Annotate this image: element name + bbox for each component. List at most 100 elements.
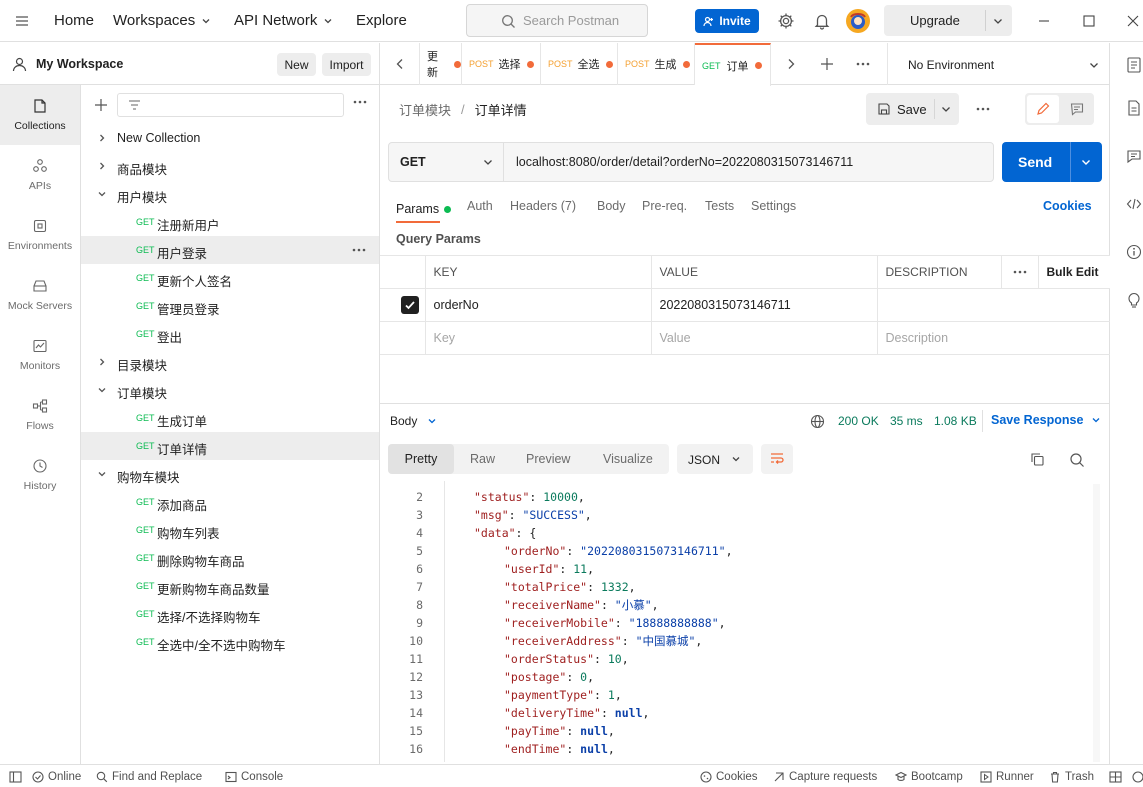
bell-icon[interactable] bbox=[813, 12, 831, 30]
wrap-lines-button[interactable] bbox=[761, 444, 793, 474]
status-code[interactable]: 200 OK bbox=[838, 414, 879, 428]
toggle-sidebar-icon[interactable] bbox=[9, 765, 22, 787]
invite-button[interactable]: Invite bbox=[695, 9, 759, 33]
globe-icon[interactable] bbox=[810, 414, 825, 429]
runner-button[interactable]: Runner bbox=[980, 765, 1034, 787]
rail-history[interactable]: History bbox=[0, 445, 80, 505]
tree-request[interactable]: GET 添加商品 bbox=[81, 488, 379, 516]
nav-api-network[interactable]: API Network bbox=[234, 12, 333, 29]
layout-icon[interactable] bbox=[1109, 765, 1122, 787]
rail-flows[interactable]: Flows bbox=[0, 385, 80, 445]
tab-item[interactable]: POST 全选 bbox=[541, 43, 618, 85]
maximize-icon[interactable] bbox=[1082, 14, 1096, 28]
tab-item[interactable]: POST 选择 bbox=[462, 43, 541, 85]
cookies-button[interactable]: Cookies bbox=[700, 765, 758, 787]
tree-request[interactable]: GET 全选中/全不选中购物车 bbox=[81, 628, 379, 656]
search-input[interactable]: Search Postman bbox=[466, 4, 648, 37]
nav-workspaces[interactable]: Workspaces bbox=[113, 12, 211, 29]
response-body-select[interactable]: Body bbox=[390, 414, 437, 428]
upgrade-button[interactable]: Upgrade bbox=[884, 5, 1012, 36]
console-button[interactable]: Console bbox=[225, 765, 283, 787]
tree-folder[interactable]: New Collection bbox=[81, 124, 379, 152]
documentation-icon[interactable] bbox=[1126, 99, 1142, 117]
view-preview[interactable]: Preview bbox=[526, 444, 570, 474]
rail-apis[interactable]: APIs bbox=[0, 145, 80, 205]
url-input[interactable]: localhost:8080/order/detail?orderNo=2022… bbox=[516, 155, 853, 169]
tab-params[interactable]: Params bbox=[396, 199, 452, 219]
chevron-down-icon[interactable] bbox=[97, 189, 107, 199]
tree-request[interactable]: GET 选择/不选择购物车 bbox=[81, 600, 379, 628]
search-icon[interactable] bbox=[1069, 452, 1085, 468]
save-response-button[interactable]: Save Response bbox=[991, 413, 1101, 427]
tree-folder[interactable]: 目录模块 bbox=[81, 348, 379, 376]
format-select[interactable]: JSON bbox=[677, 444, 753, 474]
value-placeholder[interactable]: Value bbox=[650, 321, 878, 355]
tab-body[interactable]: Body bbox=[597, 199, 626, 213]
tab-pre-request[interactable]: Pre-req. bbox=[642, 199, 687, 213]
gear-icon[interactable] bbox=[777, 12, 795, 30]
view-raw[interactable]: Raw bbox=[470, 444, 495, 474]
comments-icon[interactable] bbox=[1126, 148, 1142, 164]
filter-input[interactable] bbox=[117, 93, 344, 117]
rail-monitors[interactable]: Monitors bbox=[0, 325, 80, 385]
tree-request[interactable]: GET 登出 bbox=[81, 320, 379, 348]
menu-icon[interactable] bbox=[14, 13, 30, 29]
tree-folder[interactable]: 用户模块 bbox=[81, 180, 379, 208]
tree-request[interactable]: GET 更新个人签名 bbox=[81, 264, 379, 292]
rail-collections[interactable]: Collections bbox=[0, 85, 80, 145]
chevron-left-icon[interactable] bbox=[395, 58, 405, 70]
comment-mode-button[interactable] bbox=[1061, 95, 1092, 123]
tree-folder[interactable]: 订单模块 bbox=[81, 376, 379, 404]
minimize-icon[interactable] bbox=[1037, 14, 1051, 28]
rail-environments[interactable]: Environments bbox=[0, 205, 80, 265]
cookies-link[interactable]: Cookies bbox=[1043, 199, 1092, 213]
tab-settings[interactable]: Settings bbox=[751, 199, 796, 213]
bulk-edit-button[interactable]: Bulk Edit bbox=[1037, 255, 1110, 289]
environment-quicklook-icon[interactable] bbox=[1126, 56, 1142, 74]
chevron-down-icon[interactable] bbox=[992, 15, 1004, 27]
chevron-right-icon[interactable] bbox=[97, 133, 107, 143]
trash-button[interactable]: Trash bbox=[1049, 765, 1094, 787]
capture-requests-button[interactable]: Capture requests bbox=[773, 765, 877, 787]
chevron-right-icon[interactable] bbox=[97, 357, 107, 367]
import-button[interactable]: Import bbox=[322, 53, 371, 76]
new-button[interactable]: New bbox=[277, 53, 316, 76]
tab-item[interactable]: 更新 bbox=[419, 43, 462, 85]
tab-item[interactable]: POST 生成 bbox=[618, 43, 695, 85]
method-select[interactable]: GET bbox=[389, 143, 504, 181]
new-tab-icon[interactable] bbox=[820, 57, 834, 71]
info-icon[interactable] bbox=[1126, 244, 1142, 260]
edit-mode-button[interactable] bbox=[1027, 95, 1059, 123]
description-placeholder[interactable]: Description bbox=[876, 321, 1110, 355]
breadcrumb-parent[interactable]: 订单模块 bbox=[399, 100, 451, 119]
tree-folder[interactable]: 商品模块 bbox=[81, 152, 379, 180]
tab-headers[interactable]: Headers (7) bbox=[510, 199, 576, 213]
tab-item-active[interactable]: GET 订单 bbox=[695, 43, 771, 86]
chevron-down-icon[interactable] bbox=[1080, 156, 1092, 168]
more-icon[interactable] bbox=[856, 61, 870, 67]
key-placeholder[interactable]: Key bbox=[424, 321, 652, 355]
online-status[interactable]: Online bbox=[32, 765, 81, 787]
view-pretty[interactable]: Pretty bbox=[388, 444, 454, 474]
chevron-right-icon[interactable] bbox=[786, 58, 796, 70]
param-key[interactable]: orderNo bbox=[424, 288, 652, 322]
tree-request[interactable]: GET 删除购物车商品 bbox=[81, 544, 379, 572]
tab-auth[interactable]: Auth bbox=[467, 199, 493, 213]
checkbox-checked[interactable] bbox=[401, 296, 419, 314]
code-icon[interactable] bbox=[1126, 196, 1142, 212]
response-time[interactable]: 35 ms bbox=[890, 414, 923, 428]
chevron-down-icon[interactable] bbox=[97, 385, 107, 395]
help-icon[interactable] bbox=[1132, 765, 1143, 787]
tab-tests[interactable]: Tests bbox=[705, 199, 734, 213]
tree-request[interactable]: GET 注册新用户 bbox=[81, 208, 379, 236]
breadcrumb-current[interactable]: 订单详情 bbox=[475, 100, 527, 119]
more-icon[interactable] bbox=[352, 247, 366, 253]
more-icon[interactable] bbox=[353, 99, 367, 105]
tree-request[interactable]: GET 更新购物车商品数量 bbox=[81, 572, 379, 600]
save-button[interactable]: Save bbox=[866, 93, 934, 125]
more-icon[interactable] bbox=[1013, 269, 1038, 275]
lightbulb-icon[interactable] bbox=[1126, 292, 1142, 308]
tree-request[interactable]: GET 生成订单 bbox=[81, 404, 379, 432]
send-button[interactable]: Send bbox=[1002, 142, 1102, 182]
find-replace-button[interactable]: Find and Replace bbox=[96, 765, 202, 787]
